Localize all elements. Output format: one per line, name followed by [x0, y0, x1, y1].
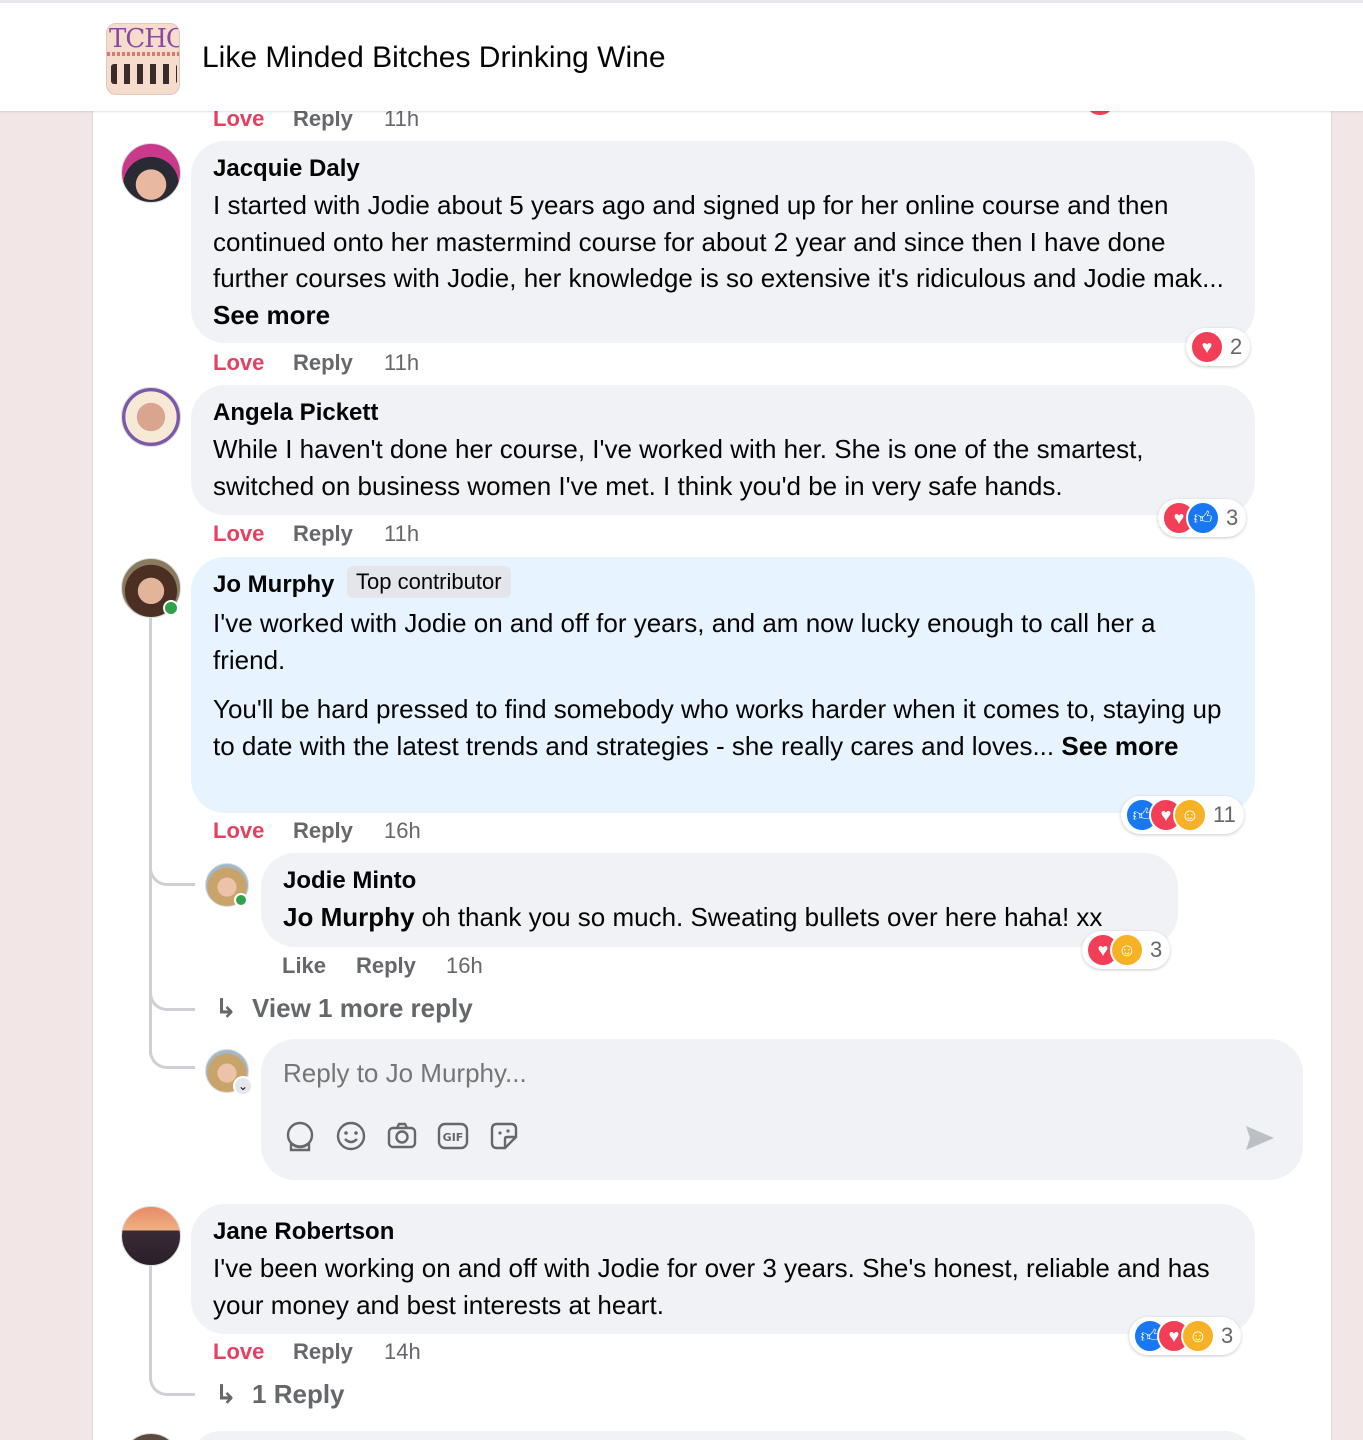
thumbnail-photo-strip — [111, 64, 177, 84]
reply-body: oh thank you so much. Sweating bullets o… — [414, 902, 1103, 932]
comment-author[interactable]: Angela Pickett — [213, 399, 1233, 427]
see-more-link[interactable]: See more — [213, 300, 330, 330]
comments-panel: Love Reply 11h Jacquie Daly I started wi… — [92, 111, 1332, 1440]
comment-time[interactable]: 11h — [384, 111, 419, 132]
comment-text: I started with Jodie about 5 years ago a… — [213, 187, 1233, 333]
love-button[interactable]: Love — [213, 521, 264, 547]
sticker-icon[interactable] — [487, 1119, 521, 1153]
comment-text: You'll be hard pressed to find somebody … — [213, 691, 1233, 764]
comment-time[interactable]: 11h — [384, 521, 419, 547]
comment-body: While I haven't done her course, I've wo… — [213, 434, 1144, 501]
thread-line — [149, 1266, 152, 1366]
reaction-count: 2 — [1230, 334, 1243, 359]
group-title[interactable]: Like Minded Bitches Drinking Wine — [202, 41, 666, 75]
reply-arrow-icon: ↳ — [215, 1379, 237, 1409]
love-button[interactable]: Love — [213, 111, 264, 132]
comment-body: I've been working on and off with Jodie … — [213, 1253, 1210, 1320]
comment-bubble — [191, 1431, 1255, 1440]
online-status-indicator — [163, 600, 179, 616]
reply-author[interactable]: Jodie Minto — [283, 867, 1156, 895]
avatar[interactable] — [121, 1206, 181, 1266]
comment-header: Jo Murphy Top contributor — [213, 566, 1233, 605]
thumbnail-decoration — [107, 52, 179, 56]
group-thumbnail-text: TCHC — [109, 24, 180, 54]
comment-bubble: Angela Pickett While I haven't done her … — [191, 385, 1255, 515]
mention-link[interactable]: Jo Murphy — [283, 902, 414, 932]
reply-bubble: Jodie Minto Jo Murphy oh thank you so mu… — [261, 853, 1178, 947]
gif-icon[interactable]: GIF — [436, 1119, 470, 1153]
avatar[interactable] — [121, 387, 181, 447]
comment-author[interactable]: Jane Robertson — [213, 1218, 1233, 1246]
camera-icon[interactable] — [385, 1119, 419, 1153]
thread-connector — [149, 1039, 195, 1069]
reaction-count: 3 — [1221, 1323, 1234, 1348]
comment-author[interactable]: Jacquie Daly — [213, 155, 1233, 183]
reply-input[interactable] — [283, 1053, 1243, 1093]
like-reaction-icon: 👍︎ — [1186, 501, 1220, 535]
view-more-replies-link[interactable]: ↳ View 1 more reply — [215, 993, 473, 1024]
reply-button[interactable]: Reply — [293, 1339, 353, 1365]
replies-count-label: 1 Reply — [252, 1379, 345, 1409]
like-button[interactable]: Like — [282, 953, 326, 979]
comment-time[interactable]: 11h — [384, 350, 419, 376]
reaction-summary[interactable]: ♥ 2 — [1186, 328, 1251, 366]
emoji-icon[interactable] — [334, 1119, 368, 1153]
love-button[interactable]: Love — [213, 350, 264, 376]
reaction-summary[interactable]: 👍︎ ♥ ☺ 11 — [1121, 796, 1244, 834]
reaction-summary[interactable]: 👍︎ ♥ ☺ 3 — [1129, 1317, 1242, 1355]
care-reaction-icon: ☺ — [1181, 1319, 1215, 1353]
avatar[interactable] — [121, 1433, 181, 1440]
reaction-summary[interactable]: ♥ ☺ 3 — [1082, 931, 1171, 969]
reply-button[interactable]: Reply — [293, 818, 353, 844]
reply-composer: GIF — [261, 1039, 1303, 1180]
reply-time[interactable]: 16h — [446, 953, 483, 979]
love-reaction-icon: ♥ — [1190, 330, 1224, 364]
avatar[interactable] — [121, 143, 181, 203]
thread-connector — [149, 1366, 195, 1396]
reaction-count: 3 — [1150, 937, 1163, 962]
reply-arrow-icon: ↳ — [215, 993, 237, 1023]
comment-bubble-highlighted: Jo Murphy Top contributor I've worked wi… — [191, 557, 1255, 813]
reply-button[interactable]: Reply — [356, 953, 416, 979]
comment-body-paragraph: I've worked with Jodie on and off for ye… — [213, 608, 1156, 675]
comment-bubble: Jane Robertson I've been working on and … — [191, 1204, 1255, 1334]
reaction-count: 3 — [1226, 505, 1239, 530]
care-reaction-icon: ☺ — [1110, 933, 1144, 967]
top-contributor-badge[interactable]: Top contributor — [347, 566, 511, 598]
love-button[interactable]: Love — [213, 1339, 264, 1365]
send-icon[interactable] — [1243, 1121, 1277, 1155]
chevron-down-icon[interactable]: ⌄ — [233, 1076, 253, 1096]
avatar-sticker-icon[interactable] — [283, 1119, 317, 1153]
thread-connector — [149, 856, 195, 886]
reply-button[interactable]: Reply — [293, 350, 353, 376]
love-reaction-icon — [1083, 111, 1117, 117]
love-button[interactable]: Love — [213, 818, 264, 844]
comment-body: I started with Jodie about 5 years ago a… — [213, 190, 1224, 293]
view-replies-link[interactable]: ↳ 1 Reply — [215, 1379, 345, 1410]
reply-text: Jo Murphy oh thank you so much. Sweating… — [283, 899, 1156, 936]
reply-button[interactable]: Reply — [293, 521, 353, 547]
reaction-summary[interactable]: ♥ 👍︎ 3 — [1158, 499, 1247, 537]
thread-connector — [149, 981, 195, 1011]
reaction-count: 11 — [1213, 802, 1236, 827]
comment-time[interactable]: 14h — [384, 1339, 421, 1365]
group-thumbnail[interactable]: TCHC — [106, 23, 180, 95]
comment-bubble: Jacquie Daly I started with Jodie about … — [191, 141, 1255, 343]
svg-text:GIF: GIF — [443, 1131, 464, 1144]
reply-button[interactable]: Reply — [293, 111, 353, 132]
comment-time[interactable]: 16h — [384, 818, 421, 844]
view-more-label: View 1 more reply — [252, 993, 473, 1023]
comment-author[interactable]: Jo Murphy — [213, 571, 334, 599]
online-status-indicator — [234, 893, 248, 907]
care-reaction-icon: ☺ — [1173, 798, 1207, 832]
group-header: TCHC Like Minded Bitches Drinking Wine — [0, 0, 1363, 111]
see-more-link[interactable]: See more — [1061, 731, 1178, 761]
